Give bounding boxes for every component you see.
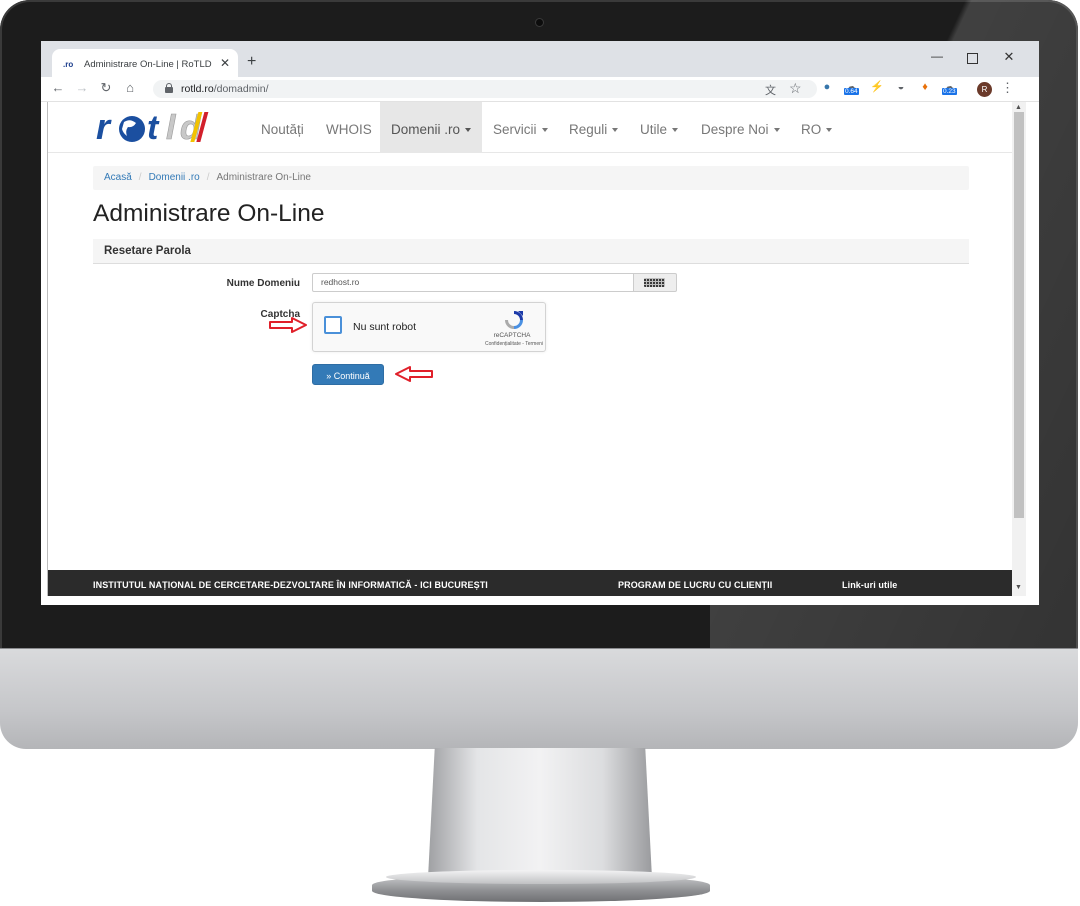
screen: .ro Administrare On-Line | RoTLD - R ✕ +…	[41, 41, 1039, 605]
domain-input[interactable]	[312, 273, 634, 292]
nav-utile[interactable]: Utile	[629, 102, 689, 152]
page-title: Administrare On-Line	[93, 200, 325, 227]
breadcrumb-current: Administrare On-Line	[216, 172, 311, 183]
recaptcha-checkbox[interactable]	[324, 316, 342, 334]
monitor-stand	[428, 748, 652, 878]
chevron-down-icon	[465, 128, 472, 133]
extension-badge-icon-2[interactable]: ☁ 0.23	[941, 79, 957, 95]
tab-title: Administrare On-Line | RoTLD - R	[84, 59, 212, 70]
scrollbar-thumb[interactable]	[1014, 112, 1024, 518]
rotld-logo[interactable]: r t l d	[94, 106, 242, 148]
speed-extension-icon[interactable]: ◒	[893, 79, 909, 95]
nav-language-ro[interactable]: RO	[790, 102, 843, 152]
svg-text:r: r	[96, 106, 112, 147]
tab-favicon: .ro	[63, 60, 74, 69]
breadcrumb-separator: /	[206, 172, 210, 183]
scroll-down-icon[interactable]: ▼	[1015, 584, 1022, 591]
window-minimize-icon[interactable]: —	[929, 49, 945, 63]
extension-badge-icon[interactable]: ☁ 0.64	[843, 79, 859, 95]
breadcrumb-separator: /	[138, 172, 142, 183]
site-navbar: r t l d Noutăți WHOIS Domenii .ro Servic…	[48, 102, 1012, 153]
fire-extension-icon[interactable]: ♦	[917, 79, 933, 95]
python-extension-icon[interactable]: ●	[819, 79, 835, 95]
nav-whois[interactable]: WHOIS	[315, 102, 383, 152]
chevron-down-icon	[826, 128, 833, 133]
chevron-down-icon	[773, 128, 780, 133]
web-page: r t l d Noutăți WHOIS Domenii .ro Servic…	[48, 102, 1012, 596]
footer-links[interactable]: Link-uri utile	[842, 580, 897, 590]
virtual-keyboard-button[interactable]	[634, 273, 677, 292]
recaptcha-terms-link[interactable]: Confidențialitate - Termeni	[463, 341, 543, 347]
footer-program: PROGRAM DE LUCRU CU CLIENȚII	[618, 580, 773, 590]
nav-despre-noi[interactable]: Despre Noi	[690, 102, 791, 152]
scroll-up-icon[interactable]: ▲	[1015, 104, 1022, 111]
recaptcha-checkbox-label: Nu sunt robot	[353, 321, 417, 333]
url-text[interactable]: rotld.ro/domadmin/	[181, 83, 269, 95]
continue-button[interactable]: » Continuă	[312, 364, 384, 385]
svg-text:t: t	[147, 109, 160, 147]
bookmark-star-icon[interactable]: ☆	[789, 80, 802, 97]
breadcrumb-domenii[interactable]: Domenii .ro	[149, 172, 200, 183]
panel-title: Resetare Parola	[104, 245, 191, 257]
back-icon[interactable]: ←	[51, 81, 65, 95]
new-tab-icon[interactable]: +	[247, 54, 256, 70]
reload-icon[interactable]: ↻	[99, 81, 113, 95]
lock-icon[interactable]	[165, 83, 173, 93]
profile-avatar[interactable]: R	[977, 82, 992, 97]
translate-icon[interactable]: 文	[765, 82, 776, 98]
home-icon[interactable]: ⌂	[123, 81, 137, 95]
tab-close-icon[interactable]: ✕	[220, 56, 230, 70]
site-footer: INSTITUTUL NAȚIONAL DE CERCETARE-DEZVOLT…	[48, 570, 1012, 596]
browser-menu-icon[interactable]: ⋮	[1001, 80, 1014, 96]
nav-domenii-ro[interactable]: Domenii .ro	[380, 102, 482, 152]
forward-icon[interactable]: →	[75, 81, 89, 95]
chevron-down-icon	[612, 128, 619, 133]
nav-servicii[interactable]: Servicii	[482, 102, 559, 152]
monitor-stand-base-top	[386, 870, 696, 884]
browser-tab-strip: .ro Administrare On-Line | RoTLD - R ✕ +…	[41, 41, 1039, 77]
footer-institute: INSTITUTUL NAȚIONAL DE CERCETARE-DEZVOLT…	[93, 580, 488, 590]
camera-icon	[536, 19, 543, 26]
chevron-down-icon	[672, 128, 679, 133]
keyboard-icon	[644, 278, 665, 287]
nav-reguli[interactable]: Reguli	[558, 102, 629, 152]
panel-heading: Resetare Parola	[93, 239, 969, 264]
svg-text:l: l	[166, 109, 177, 147]
page-scrollbar[interactable]: ▲ ▼	[1012, 102, 1026, 596]
monitor-chin	[0, 648, 1078, 749]
recaptcha-brand: reCAPTCHA	[493, 332, 531, 339]
domain-label: Nume Domeniu	[226, 278, 300, 289]
nav-noutati[interactable]: Noutăți	[250, 102, 315, 152]
annotation-arrow-right-icon	[269, 317, 307, 333]
breadcrumb-home[interactable]: Acasă	[104, 172, 132, 183]
window-close-icon[interactable]: ✕	[1002, 49, 1016, 65]
browser-toolbar: ← → ↻ ⌂ rotld.ro/domadmin/ 文 ☆ ● ☁ 0.64 ⚡…	[41, 77, 1039, 102]
breadcrumb: Acasă / Domenii .ro / Administrare On-Line	[93, 166, 969, 190]
recaptcha-logo-icon	[505, 311, 523, 329]
recaptcha-widget: Nu sunt robot reCAPTCHA Confidențialitat…	[312, 302, 546, 352]
browser-tab[interactable]: .ro Administrare On-Line | RoTLD - R ✕	[52, 49, 238, 77]
chevron-down-icon	[541, 128, 548, 133]
address-bar[interactable]: rotld.ro/domadmin/ 文 ☆	[153, 80, 817, 98]
window-maximize-icon[interactable]	[967, 53, 978, 64]
annotation-arrow-left-icon	[395, 366, 433, 382]
bolt-extension-icon[interactable]: ⚡	[869, 79, 885, 95]
